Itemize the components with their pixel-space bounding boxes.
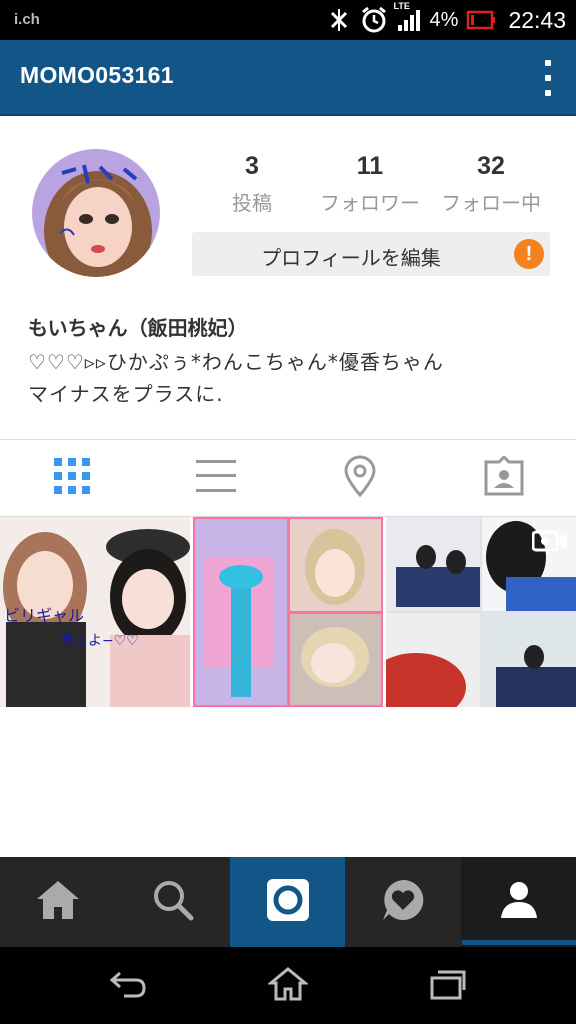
system-recent-apps-button[interactable] <box>398 947 498 1024</box>
edit-profile-label: プロフィールを編集 <box>261 246 441 270</box>
tagged-photos-icon <box>484 454 524 500</box>
tab-grid[interactable] <box>0 440 144 516</box>
nav-search[interactable] <box>115 857 230 947</box>
video-camera-icon <box>531 529 568 557</box>
activity-heart-icon <box>381 878 425 926</box>
app-bar: MOMO053161 <box>0 40 576 116</box>
followers-label: フォロワー <box>320 191 420 215</box>
tab-location[interactable] <box>288 440 432 516</box>
following-count: 32 <box>477 152 505 180</box>
tab-list[interactable] <box>144 440 288 516</box>
post-thumbnail-video[interactable] <box>386 517 576 707</box>
followers-count: 11 <box>356 152 384 180</box>
profile-icon <box>499 880 539 924</box>
network-type: LTE <box>393 1 410 11</box>
battery-percent: 4% <box>429 8 459 31</box>
recent-apps-icon <box>428 968 468 1004</box>
battery-low-icon <box>466 9 496 31</box>
warning-icon: ! <box>514 239 544 269</box>
status-icons: LTE 4% 22:43 <box>326 0 566 40</box>
tab-tagged[interactable] <box>432 440 576 516</box>
system-home-button[interactable] <box>238 947 338 1024</box>
following-label: フォロー中 <box>441 191 541 215</box>
edit-profile-button[interactable]: プロフィールを編集 ! <box>192 232 550 276</box>
post-thumbnail[interactable]: ビリギャル 見ぇよ−♡♡ <box>0 517 190 707</box>
signal-icon: LTE <box>394 1 422 33</box>
svg-text:ビリギャル: ビリギャル <box>4 606 84 625</box>
nav-home[interactable] <box>0 857 115 947</box>
bio-line: ♡♡♡▹▹ひかぷぅ*わんこちゃん*優香ちゃん <box>28 350 444 374</box>
username-title: MOMO053161 <box>20 62 174 88</box>
following-stat[interactable]: 32 フォロー中 <box>434 152 548 216</box>
posts-count: 3 <box>245 152 259 180</box>
posts-label: 投稿 <box>232 191 272 215</box>
post-thumbnail[interactable] <box>193 517 383 707</box>
bluetooth-off-icon <box>326 7 352 33</box>
overflow-menu-icon[interactable] <box>542 60 554 96</box>
nav-camera[interactable] <box>230 857 345 947</box>
followers-stat[interactable]: 11 フォロワー <box>312 152 428 216</box>
carrier-label: i.ch <box>14 11 40 28</box>
clock: 22:43 <box>508 6 566 33</box>
grid-view-icon <box>53 457 91 499</box>
posts-stat[interactable]: 3 投稿 <box>222 152 282 216</box>
home-icon <box>35 879 81 925</box>
list-view-icon <box>196 458 236 498</box>
alarm-icon <box>360 6 388 34</box>
system-navigation-bar <box>0 947 576 1024</box>
display-name: もいちゃん（飯田桃妃） <box>28 316 248 340</box>
active-tab-indicator <box>462 940 576 945</box>
posts-grid: ビリギャル 見ぇよ−♡♡ <box>0 517 576 707</box>
instagram-profile-screen: i.ch LTE 4% 22:43 MOMO053161 3 投稿 11 フォロ… <box>0 0 576 1024</box>
location-pin-icon <box>343 455 377 501</box>
nav-profile[interactable] <box>461 857 576 947</box>
nav-activity[interactable] <box>345 857 460 947</box>
svg-text:見ぇよ−♡♡: 見ぇよ−♡♡ <box>60 633 139 649</box>
camera-icon <box>266 878 310 926</box>
system-back-button[interactable] <box>78 947 178 1024</box>
bio: ♡♡♡▹▹ひかぷぅ*わんこちゃん*優香ちゃん マイナスをプラスに. <box>28 346 444 410</box>
profile-view-tabs <box>0 440 576 516</box>
status-bar: i.ch LTE 4% 22:43 <box>0 0 576 40</box>
back-icon <box>108 969 148 1003</box>
bottom-navigation <box>0 857 576 947</box>
home-outline-icon <box>266 966 310 1006</box>
profile-avatar[interactable] <box>32 149 160 277</box>
bio-line: マイナスをプラスに. <box>28 382 224 406</box>
search-icon <box>152 879 194 925</box>
